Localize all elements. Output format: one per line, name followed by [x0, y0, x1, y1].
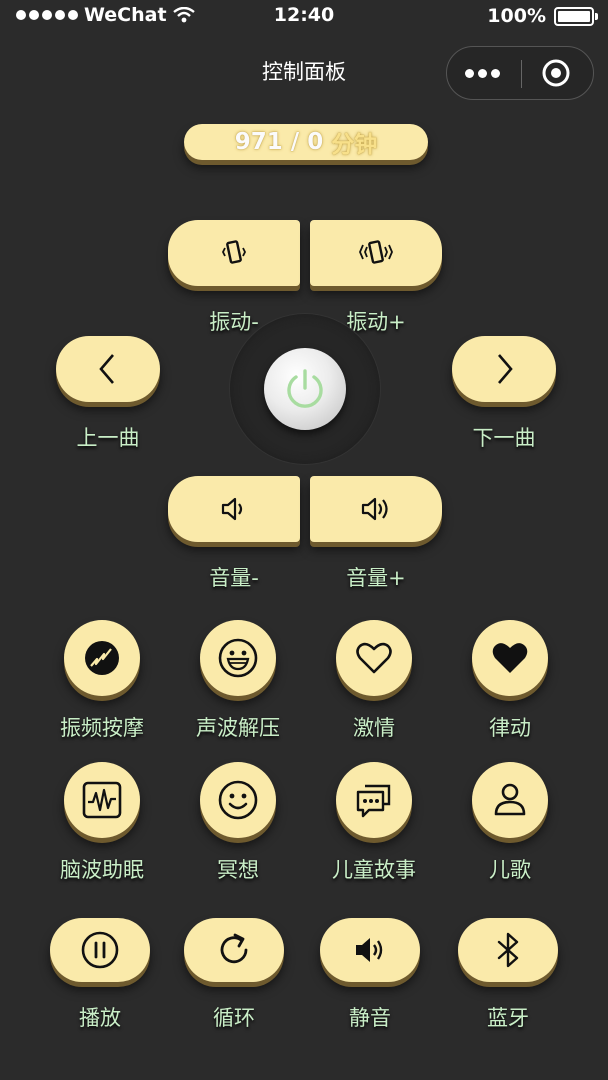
power-button[interactable] — [264, 348, 346, 430]
capsule-divider — [521, 60, 522, 88]
volume-down-icon — [221, 497, 243, 521]
vibrate-plus-button[interactable] — [310, 220, 442, 286]
miniprogram-capsule — [446, 46, 594, 100]
close-target-icon[interactable] — [542, 59, 570, 87]
mode-rhythm-label: 律动 — [489, 716, 531, 740]
chat-bubble-icon — [356, 784, 391, 818]
mode-sleep-aid-label: 脑波助眠 — [60, 858, 144, 882]
play-label: 播放 — [79, 1006, 121, 1030]
bluetooth-icon — [497, 932, 519, 968]
mode-nursery-rhymes-button[interactable] — [472, 762, 548, 838]
mode-kids-story-button[interactable] — [336, 762, 412, 838]
power-icon — [287, 369, 323, 408]
mode-kids-story-label: 儿童故事 — [332, 858, 416, 882]
timer-unit: 分钟 — [331, 132, 378, 158]
mode-sleep-aid-button[interactable] — [64, 762, 140, 838]
loop-label: 循环 — [213, 1006, 255, 1030]
battery-icon — [554, 6, 598, 26]
phone-vibrate-strong-icon — [359, 240, 393, 264]
smile-face-icon — [218, 780, 258, 820]
volume-plus-button[interactable] — [310, 476, 442, 542]
chevron-right-icon — [498, 354, 513, 384]
mode-sonic-relief-label: 声波解压 — [196, 716, 280, 740]
mode-vibration-massage-label: 振频按摩 — [60, 716, 144, 740]
mode-meditation-label: 冥想 — [217, 858, 259, 882]
prev-track-button[interactable] — [56, 336, 160, 402]
person-icon — [494, 783, 526, 816]
speaker-icon — [356, 938, 383, 962]
heart-outline-icon — [356, 642, 392, 674]
mode-sonic-relief-button[interactable] — [200, 620, 276, 696]
phone-vibrate-icon — [221, 240, 247, 264]
timer-value: 971 / 0 — [234, 129, 324, 155]
mode-rhythm-button[interactable] — [472, 620, 548, 696]
volume-plus-label: 音量+ — [346, 566, 406, 590]
heart-filled-icon — [492, 643, 528, 673]
mode-meditation-button[interactable] — [200, 762, 276, 838]
bluetooth-label: 蓝牙 — [487, 1006, 529, 1030]
volume-minus-button[interactable] — [168, 476, 300, 542]
mode-nursery-rhymes-label: 儿歌 — [489, 858, 531, 882]
wave-monitor-icon — [82, 781, 122, 819]
grin-face-icon — [218, 638, 258, 678]
volume-up-icon — [361, 497, 388, 521]
spark-ball-icon — [85, 641, 119, 675]
more-options-icon[interactable] — [465, 63, 505, 83]
loop-button[interactable] — [184, 918, 284, 982]
mute-label: 静音 — [349, 1006, 391, 1030]
mode-passion-label: 激情 — [353, 716, 395, 740]
mode-passion-button[interactable] — [336, 620, 412, 696]
volume-minus-label: 音量- — [209, 566, 259, 590]
pause-circle-icon — [81, 931, 119, 969]
play-button[interactable] — [50, 918, 150, 982]
refresh-icon — [220, 933, 248, 964]
timer-display: 971 / 0 分钟 — [184, 124, 428, 160]
status-bar: WeChat 12:40 100% — [0, 0, 608, 34]
next-track-button[interactable] — [452, 336, 556, 402]
bluetooth-button[interactable] — [458, 918, 558, 982]
chevron-left-icon — [99, 354, 114, 384]
prev-track-label: 上一曲 — [76, 426, 140, 450]
next-track-label: 下一曲 — [472, 426, 536, 450]
mode-vibration-massage-button[interactable] — [64, 620, 140, 696]
mute-button[interactable] — [320, 918, 420, 982]
vibrate-minus-button[interactable] — [168, 220, 300, 286]
battery-percent: 100% — [487, 5, 546, 27]
